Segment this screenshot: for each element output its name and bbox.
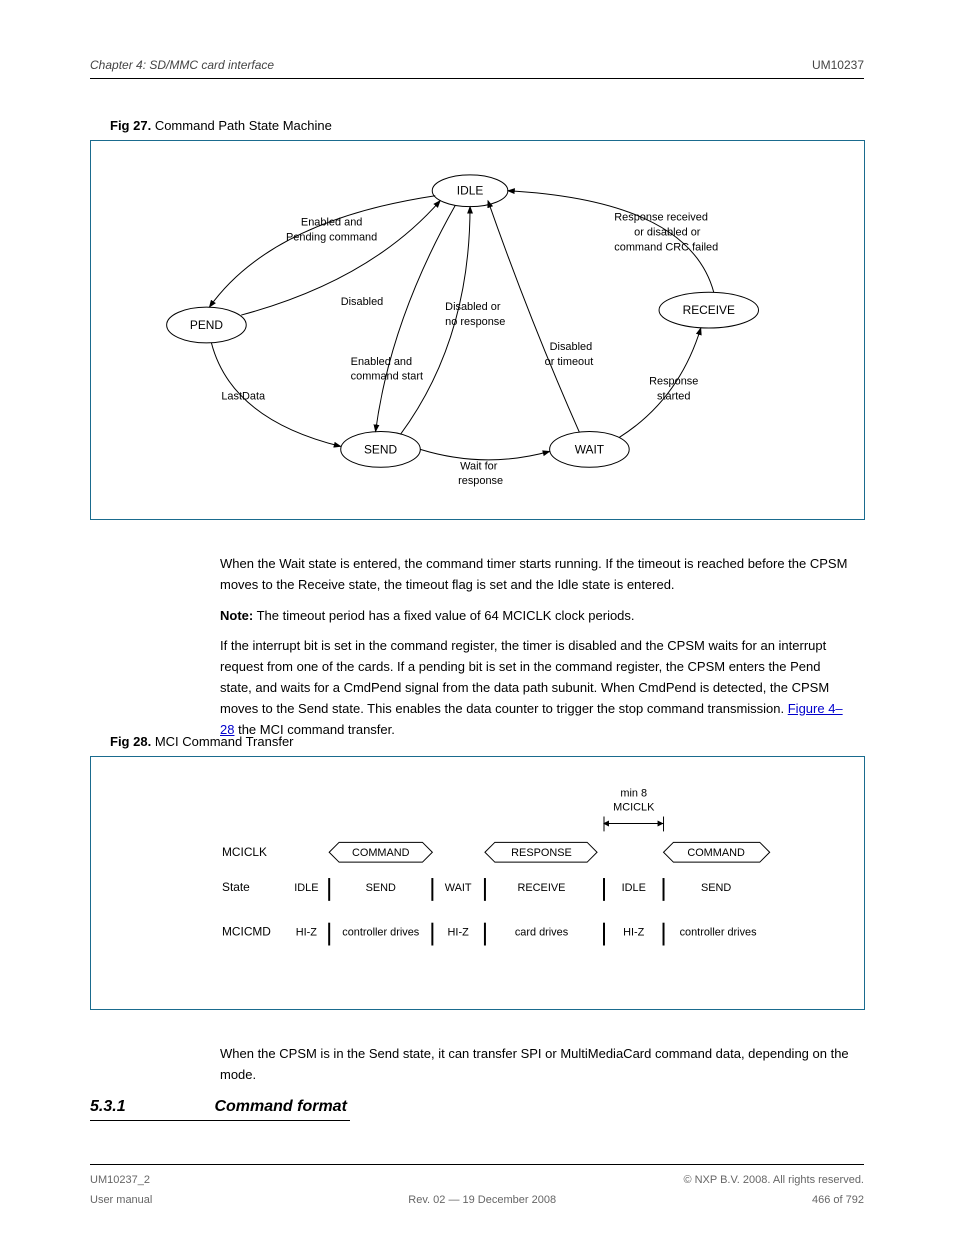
r3-hiz1: HI-Z — [296, 927, 318, 939]
subheading-command-format: 5.3.1 Command format — [90, 1098, 347, 1116]
r2-idle1: IDLE — [294, 882, 318, 894]
para2-text: When the CPSM is in the Send state, it c… — [220, 1044, 850, 1086]
node-receive: RECEIVE — [683, 303, 735, 317]
node-wait: WAIT — [575, 442, 605, 456]
edge-wait-idle-2: or timeout — [545, 356, 594, 368]
edge-pend-idle: Disabled — [341, 296, 384, 308]
node-pend: PEND — [190, 318, 224, 332]
figure2-number: Fig 28. — [110, 734, 151, 749]
r3-hiz3: HI-Z — [623, 927, 645, 939]
row-label-state: State — [222, 880, 250, 894]
figure2-timing-diagram: min 8 MCICLK MCICLK State MCICMD COMMAND… — [90, 756, 865, 1010]
r2-send1: SEND — [366, 882, 396, 894]
figure1-state-machine: IDLE PEND SEND WAIT RECEIVE Enabled and … — [90, 140, 865, 520]
r2-wait: WAIT — [445, 882, 472, 894]
para1-a: When the Wait state is entered, the comm… — [220, 554, 850, 596]
row-label-mcicmd: MCICMD — [222, 925, 271, 939]
para1-b: If the interrupt bit is set in the comma… — [220, 636, 850, 740]
footer-info: User manual Rev. 02 — 19 December 2008 4… — [90, 1194, 864, 1206]
r2-send2: SEND — [701, 882, 731, 894]
subheading-number: 5.3.1 — [90, 1098, 210, 1116]
edge-wait-idle-1: Disabled — [550, 341, 593, 353]
edge-wait-recv-1: Response — [649, 376, 698, 388]
footer-rights: © NXP B.V. 2008. All rights reserved. — [683, 1174, 864, 1186]
node-send: SEND — [364, 442, 398, 456]
edge-idle-pend-2: Pending command — [286, 231, 377, 243]
r2-idle2: IDLE — [622, 882, 646, 894]
r1-command2: COMMAND — [687, 847, 745, 859]
figure2-caption-text: MCI Command Transfer — [155, 734, 294, 749]
footer-revdate: Rev. 02 — 19 December 2008 — [408, 1194, 556, 1206]
footer-usermanual: User manual — [90, 1194, 152, 1206]
note-text: The timeout period has a fixed value of … — [257, 608, 635, 623]
figure1-caption: Fig 27. Command Path State Machine — [110, 118, 332, 133]
r1-response: RESPONSE — [511, 847, 572, 859]
figure2-caption: Fig 28. MCI Command Transfer — [110, 734, 294, 749]
header-divider — [90, 78, 864, 79]
para1-b-prefix: If the interrupt bit is set in the comma… — [220, 638, 829, 715]
node-idle: IDLE — [457, 184, 484, 198]
footer-divider — [90, 1164, 864, 1165]
edge-idle-pend-1: Enabled and — [301, 217, 362, 229]
body-paragraph-1: When the Wait state is entered, the comm… — [220, 554, 850, 740]
min8-mciclk: MCICLK — [613, 802, 655, 814]
doc-code: UM10237 — [812, 58, 864, 72]
edge-send-idle-2: no response — [445, 316, 505, 328]
edge-recv-idle-3: command CRC failed — [614, 241, 718, 253]
edge-recv-idle-1: Response received — [614, 212, 708, 224]
r1-command1: COMMAND — [352, 847, 410, 859]
edge-idle-send-1: Enabled and — [351, 356, 412, 368]
subheading-underline — [90, 1120, 350, 1121]
footer-page: 466 of 792 — [812, 1194, 864, 1206]
edge-idle-send-2: command start — [351, 371, 423, 383]
edge-send-wait-2: response — [458, 475, 503, 487]
edge-recv-idle-2: or disabled or — [634, 227, 701, 239]
r3-ctrl2: controller drives — [680, 927, 758, 939]
edge-send-wait-1: Wait for — [460, 460, 498, 472]
r3-ctrl1: controller drives — [342, 927, 420, 939]
footer-copyright: © NXP B.V. 2008. All rights reserved. — [683, 1174, 864, 1186]
r2-receive: RECEIVE — [518, 882, 566, 894]
min8-label: min 8 — [620, 788, 647, 800]
r3-card: card drives — [515, 927, 569, 939]
edge-wait-recv-2: started — [657, 391, 690, 403]
figure1-caption-text: Command Path State Machine — [155, 118, 332, 133]
figure1-number: Fig 27. — [110, 118, 151, 133]
edge-send-idle-1: Disabled or — [445, 301, 501, 313]
row-label-mciclk: MCICLK — [222, 845, 267, 859]
edge-pend-send: LastData — [221, 391, 266, 403]
footer-doc-id: UM10237_2 — [90, 1174, 150, 1186]
note-label: Note: — [220, 608, 253, 623]
body-paragraph-2: When the CPSM is in the Send state, it c… — [220, 1044, 850, 1086]
subheading-title: Command format — [214, 1098, 346, 1115]
para1-note: Note: The timeout period has a fixed val… — [220, 606, 850, 627]
chapter-title: Chapter 4: SD/MMC card interface — [90, 58, 274, 72]
r3-hiz2: HI-Z — [448, 927, 470, 939]
